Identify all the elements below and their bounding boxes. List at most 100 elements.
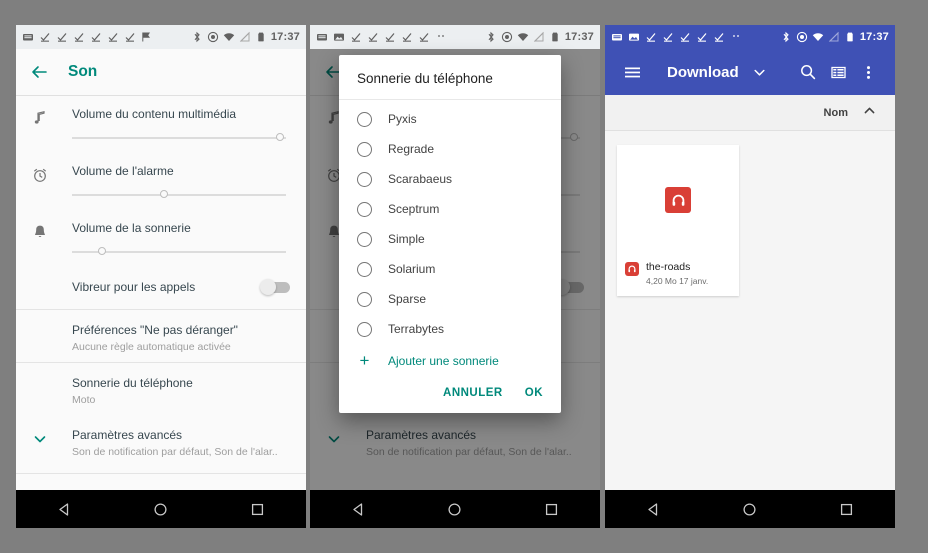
nav-back-triangle-icon[interactable] (56, 501, 73, 518)
hamburger-menu-icon[interactable] (617, 57, 647, 87)
file-thumbnail (617, 145, 739, 255)
setting-sublabel: Moto (72, 394, 96, 406)
media-volume-slider[interactable] (72, 129, 286, 147)
dialog-title: Sonnerie du téléphone (357, 71, 493, 86)
checkmark-icon (662, 31, 674, 43)
setting-media-volume[interactable]: Volume du contenu multimédia (16, 96, 306, 153)
vibrate-toggle[interactable] (260, 279, 290, 295)
location-icon (207, 31, 219, 43)
file-text-wrap: the-roads 4,20 Mo 17 janv. (646, 261, 708, 287)
back-arrow-icon[interactable] (30, 63, 48, 81)
nav-back-triangle-icon[interactable] (350, 501, 367, 518)
sort-bar[interactable]: Nom (605, 95, 895, 131)
nav-home-circle-icon[interactable] (741, 501, 758, 518)
dnd-row-spacer (32, 322, 72, 326)
checkmark-icon (384, 31, 396, 43)
music-note-icon (32, 106, 72, 126)
file-meta: the-roads 4,20 Mo 17 janv. (617, 255, 739, 296)
setting-advanced[interactable]: Paramètres avancés Son de notification p… (16, 413, 306, 465)
slider-track (72, 194, 286, 196)
setting-ring-volume[interactable]: Volume de la sonnerie (16, 210, 306, 267)
navigation-bar (16, 490, 306, 528)
ringtone-option-label: Sceptrum (388, 202, 440, 216)
slider-knob[interactable] (275, 133, 284, 141)
files-grid: the-roads 4,20 Mo 17 janv. (605, 131, 895, 490)
slider-track (72, 137, 286, 139)
checkmark-icon (401, 31, 413, 43)
search-icon[interactable] (793, 57, 823, 87)
chevron-up-icon[interactable] (862, 103, 877, 123)
download-title: Download (667, 63, 739, 81)
alarm-volume-slider[interactable] (72, 186, 286, 204)
radio-button-icon[interactable] (357, 201, 372, 217)
nav-home-circle-icon[interactable] (446, 501, 463, 518)
slider-knob[interactable] (160, 190, 169, 198)
battery-icon (844, 31, 856, 43)
checkmark-icon (696, 31, 708, 43)
nav-home-circle-icon[interactable] (152, 501, 169, 518)
nav-back-triangle-icon[interactable] (645, 501, 662, 518)
radio-button-icon[interactable] (357, 261, 372, 277)
slider-knob[interactable] (97, 247, 106, 255)
ringtone-option[interactable]: Pyxis (339, 104, 561, 134)
ok-button[interactable]: OK (525, 387, 543, 399)
flag-icon (141, 31, 153, 43)
status-bar-left-icons (22, 31, 187, 43)
ringtone-option[interactable]: Terrabytes (339, 314, 561, 344)
setting-label: Volume de l'alarme (72, 164, 174, 178)
checkmark-icon (713, 31, 725, 43)
radio-button-icon[interactable] (357, 231, 372, 247)
ringtone-option-label: Pyxis (388, 112, 417, 126)
app-bar: Son (16, 49, 306, 95)
list-divider (16, 473, 306, 474)
dialog-action-bar: ANNULER OK (339, 377, 561, 413)
ring-volume-slider[interactable] (72, 243, 286, 261)
dnd-body: Préférences "Ne pas déranger" Aucune règ… (72, 322, 290, 354)
radio-button-icon[interactable] (357, 291, 372, 307)
setting-vibrate-for-calls[interactable]: Vibreur pour les appels (16, 267, 306, 307)
signal-off-icon (828, 31, 840, 43)
radio-button-icon[interactable] (357, 141, 372, 157)
bell-icon (32, 220, 72, 240)
cancel-button[interactable]: ANNULER (443, 387, 503, 399)
setting-do-not-disturb[interactable]: Préférences "Ne pas déranger" Aucune règ… (16, 312, 306, 360)
ringtone-option[interactable]: Sparse (339, 284, 561, 314)
setting-label: Volume du contenu multimédia (72, 107, 237, 121)
setting-alarm-volume[interactable]: Volume de l'alarme (16, 153, 306, 210)
ringtone-option-label: Simple (388, 232, 425, 246)
setting-sublabel: Aucune règle automatique activée (72, 341, 231, 353)
nav-recents-square-icon[interactable] (838, 501, 855, 518)
chevron-down-icon[interactable] (745, 57, 775, 87)
navigation-bar (605, 490, 895, 528)
ringtone-option[interactable]: Simple (339, 224, 561, 254)
status-bar-left-icons (316, 31, 481, 43)
more-vert-icon[interactable] (853, 57, 883, 87)
file-card[interactable]: the-roads 4,20 Mo 17 janv. (617, 145, 739, 296)
toggle-thumb[interactable] (260, 279, 276, 295)
add-ringtone-button[interactable]: + Ajouter une sonnerie (339, 344, 561, 377)
bluetooth-icon (780, 31, 792, 43)
status-bar-clock: 17:37 (564, 31, 594, 43)
setting-label: Volume de la sonnerie (72, 221, 191, 235)
radio-button-icon[interactable] (357, 111, 372, 127)
wifi-icon (517, 31, 529, 43)
radio-button-icon[interactable] (357, 171, 372, 187)
ringtone-option[interactable]: Regrade (339, 134, 561, 164)
grid-view-icon[interactable] (823, 57, 853, 87)
chevron-down-icon[interactable] (32, 427, 72, 447)
ringtone-option-label: Solarium (388, 262, 436, 276)
nav-recents-square-icon[interactable] (249, 501, 266, 518)
download-app-bar: Download (605, 49, 895, 95)
phone-screen-ringtone-dialog: 17:37 Son Volume du contenu multimédia V… (310, 25, 600, 528)
nav-recents-square-icon[interactable] (543, 501, 560, 518)
more-notifications-icon (435, 31, 447, 43)
setting-phone-ringtone[interactable]: Sonnerie du téléphone Moto (16, 365, 306, 413)
keyboard-icon (316, 31, 328, 43)
ringtone-body: Sonnerie du téléphone Moto (72, 375, 290, 407)
keyboard-icon (22, 31, 34, 43)
status-bar: 17:37 (605, 25, 895, 49)
radio-button-icon[interactable] (357, 321, 372, 337)
ringtone-option[interactable]: Solarium (339, 254, 561, 284)
ringtone-option[interactable]: Scarabaeus (339, 164, 561, 194)
ringtone-option[interactable]: Sceptrum (339, 194, 561, 224)
